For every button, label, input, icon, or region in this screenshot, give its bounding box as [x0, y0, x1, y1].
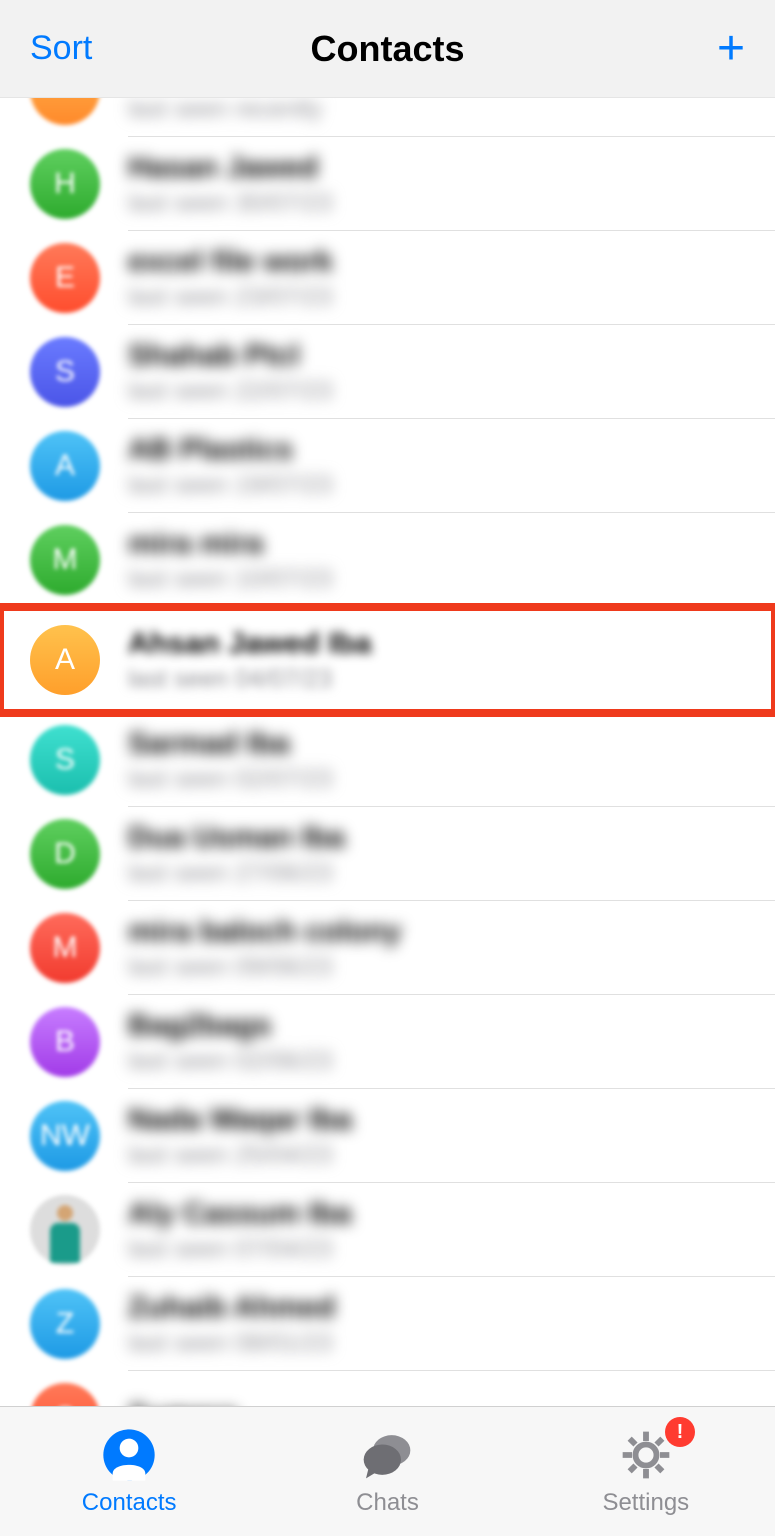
avatar: B — [30, 1007, 100, 1077]
contact-info: Nada Waqar Iba last seen 25/04/23 — [128, 1103, 352, 1170]
contact-name: mira baloch colony — [128, 915, 401, 949]
avatar: M — [30, 913, 100, 983]
contact-name: Aly Cassum Iba — [128, 1197, 351, 1231]
contact-info: excel file work last seen 23/07/23 — [128, 245, 333, 312]
avatar: D — [30, 819, 100, 889]
contact-info: Shahab Ptcl last seen 22/07/23 — [128, 339, 332, 406]
contact-status: last seen 30/07/23 — [128, 189, 332, 218]
contact-info: mira mira last seen 10/07/23 — [128, 527, 332, 594]
tab-settings[interactable]: ! Settings — [517, 1407, 775, 1536]
contact-name: Nada Waqar Iba — [128, 1103, 352, 1137]
avatar: S — [30, 1383, 100, 1406]
contact-row[interactable]: S Shahab Ptcl last seen 22/07/23 — [0, 325, 775, 419]
contact-info: Ahsan Jawed Iba last seen 04/07/23 — [128, 627, 371, 694]
contact-info: Hasan Jawed last seen 30/07/23 — [128, 151, 332, 218]
avatar: NW — [30, 1101, 100, 1171]
contact-row[interactable]: NW Nada Waqar Iba last seen 25/04/23 — [0, 1089, 775, 1183]
tab-chats[interactable]: Chats — [258, 1407, 516, 1536]
contact-row[interactable]: H Hasan Jawed last seen 30/07/23 — [0, 137, 775, 231]
contact-row[interactable]: A Ahsan Jawed Iba last seen 04/07/23 — [0, 607, 775, 713]
contact-status: last seen 25/04/23 — [128, 1141, 352, 1170]
contact-status: last seen 02/06/23 — [128, 1047, 332, 1076]
contact-status: last seen 27/06/23 — [128, 859, 345, 888]
avatar — [30, 1195, 100, 1265]
contact-row[interactable]: S Sumera — [0, 1371, 775, 1406]
contact-info: —last seen recently — [128, 98, 323, 124]
contact-status: last seen 09/06/23 — [128, 953, 401, 982]
header: Sort Contacts + — [0, 0, 775, 98]
contact-name: AB Plastics — [128, 433, 332, 467]
sort-button[interactable]: Sort — [30, 29, 92, 68]
contact-row[interactable]: A AB Plastics last seen 19/07/23 — [0, 419, 775, 513]
contact-row[interactable]: B Bag2bags last seen 02/06/23 — [0, 995, 775, 1089]
contact-name: Sarmad Iba — [128, 727, 332, 761]
contact-name: mira mira — [128, 527, 332, 561]
contact-info: Sarmad Iba last seen 02/07/23 — [128, 727, 332, 794]
avatar: Z — [30, 1289, 100, 1359]
contact-status: last seen 22/07/23 — [128, 377, 332, 406]
contact-status: last seen 19/07/23 — [128, 471, 332, 500]
contact-status: last seen recently — [128, 98, 323, 124]
contact-row[interactable]: Eexcel file work last seen 23/07/23 — [0, 231, 775, 325]
tab-bar: Contacts Chats ! Settings — [0, 1406, 775, 1536]
contact-info: AB Plastics last seen 19/07/23 — [128, 433, 332, 500]
contact-status: last seen 08/01/23 — [128, 1329, 335, 1358]
contact-name: Shahab Ptcl — [128, 339, 332, 373]
contact-name: Zuhaib Ahmed — [128, 1291, 335, 1325]
contact-status: last seen 02/07/23 — [128, 765, 332, 794]
avatar: E — [30, 243, 100, 313]
add-contact-button[interactable]: + — [717, 25, 745, 73]
avatar: M — [30, 525, 100, 595]
avatar: A — [30, 431, 100, 501]
contact-status: last seen 04/07/23 — [128, 665, 371, 694]
settings-badge: ! — [665, 1417, 695, 1447]
contact-info: Bag2bags last seen 02/06/23 — [128, 1009, 332, 1076]
avatar: S — [30, 337, 100, 407]
contact-row[interactable]: S Sarmad Iba last seen 02/07/23 — [0, 713, 775, 807]
contact-status: last seen 23/07/23 — [128, 283, 333, 312]
contact-info: Dua Usman Iba last seen 27/06/23 — [128, 821, 345, 888]
tab-label: Settings — [602, 1489, 689, 1517]
avatar: A — [30, 625, 100, 695]
contact-row[interactable]: —last seen recently — [0, 98, 775, 137]
contact-info: mira baloch colony last seen 09/06/23 — [128, 915, 401, 982]
page-title: Contacts — [310, 28, 464, 70]
contact-name: excel file work — [128, 245, 333, 279]
contact-info: Zuhaib Ahmed last seen 08/01/23 — [128, 1291, 335, 1358]
contact-name: Hasan Jawed — [128, 151, 332, 185]
avatar: S — [30, 725, 100, 795]
contact-info: Sumera — [128, 1399, 238, 1406]
contact-status: last seen 10/07/23 — [128, 565, 332, 594]
contact-name: Bag2bags — [128, 1009, 332, 1043]
tab-label: Chats — [356, 1489, 419, 1517]
contacts-list[interactable]: —last seen recently H Hasan Jawed last seen… — [0, 98, 775, 1406]
tab-label: Contacts — [82, 1489, 177, 1517]
tab-contacts[interactable]: Contacts — [0, 1407, 258, 1536]
contact-row[interactable]: Mmira baloch colony last seen 09/06/23 — [0, 901, 775, 995]
contact-name: Dua Usman Iba — [128, 821, 345, 855]
contact-info: Aly Cassum Iba last seen 07/04/23 — [128, 1197, 351, 1264]
contact-status: last seen 07/04/23 — [128, 1235, 351, 1264]
contact-row[interactable]: Aly Cassum Iba last seen 07/04/23 — [0, 1183, 775, 1277]
contact-row[interactable]: Z Zuhaib Ahmed last seen 08/01/23 — [0, 1277, 775, 1371]
avatar: H — [30, 149, 100, 219]
contact-row[interactable]: D Dua Usman Iba last seen 27/06/23 — [0, 807, 775, 901]
contact-row[interactable]: Mmira mira last seen 10/07/23 — [0, 513, 775, 607]
avatar — [30, 98, 100, 125]
contact-name: Ahsan Jawed Iba — [128, 627, 371, 661]
contacts-icon — [101, 1427, 157, 1483]
contact-name: Sumera — [128, 1399, 238, 1406]
chats-icon — [359, 1427, 415, 1483]
